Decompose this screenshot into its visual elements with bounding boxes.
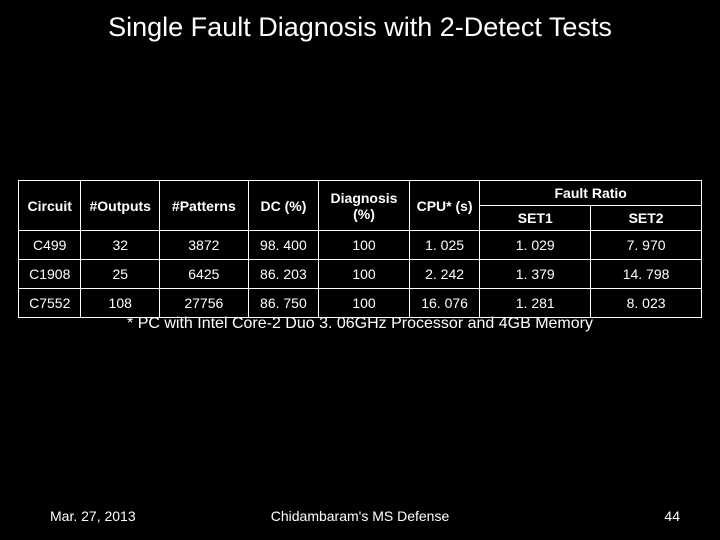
cell-cpu: 16. 076 [409, 289, 480, 318]
cell-dc: 86. 203 [248, 260, 319, 289]
col-dc: DC (%) [248, 181, 319, 231]
cell-set1: 1. 379 [480, 260, 591, 289]
results-table: Circuit #Outputs #Patterns DC (%) Diagno… [18, 180, 702, 318]
col-set1: SET1 [480, 206, 591, 231]
cell-set1: 1. 029 [480, 231, 591, 260]
col-cpu: CPU* (s) [409, 181, 480, 231]
cell-circuit: C499 [19, 231, 81, 260]
cell-outputs: 32 [81, 231, 160, 260]
table-header-row: Circuit #Outputs #Patterns DC (%) Diagno… [19, 181, 702, 206]
col-faultratio: Fault Ratio [480, 181, 702, 206]
cell-patterns: 3872 [160, 231, 249, 260]
cell-set2: 7. 970 [591, 231, 702, 260]
cell-set2: 8. 023 [591, 289, 702, 318]
cell-circuit: C7552 [19, 289, 81, 318]
results-table-container: Circuit #Outputs #Patterns DC (%) Diagno… [18, 180, 702, 318]
cell-patterns: 27756 [160, 289, 249, 318]
cell-set2: 14. 798 [591, 260, 702, 289]
footnote: * PC with Intel Core-2 Duo 3. 06GHz Proc… [0, 315, 720, 333]
cell-dc: 98. 400 [248, 231, 319, 260]
footer-center: Chidambaram's MS Defense [0, 508, 720, 524]
cell-diagnosis: 100 [319, 289, 410, 318]
footer-page: 44 [664, 508, 680, 524]
cell-dc: 86. 750 [248, 289, 319, 318]
col-circuit: Circuit [19, 181, 81, 231]
cell-cpu: 1. 025 [409, 231, 480, 260]
col-patterns: #Patterns [160, 181, 249, 231]
cell-set1: 1. 281 [480, 289, 591, 318]
slide: Single Fault Diagnosis with 2-Detect Tes… [0, 0, 720, 540]
col-diagnosis: Diagnosis (%) [319, 181, 410, 231]
cell-diagnosis: 100 [319, 260, 410, 289]
cell-outputs: 108 [81, 289, 160, 318]
slide-title: Single Fault Diagnosis with 2-Detect Tes… [0, 12, 720, 43]
cell-diagnosis: 100 [319, 231, 410, 260]
cell-outputs: 25 [81, 260, 160, 289]
table-row: C7552 108 27756 86. 750 100 16. 076 1. 2… [19, 289, 702, 318]
col-outputs: #Outputs [81, 181, 160, 231]
cell-circuit: C1908 [19, 260, 81, 289]
col-set2: SET2 [591, 206, 702, 231]
table-row: C1908 25 6425 86. 203 100 2. 242 1. 379 … [19, 260, 702, 289]
table-row: C499 32 3872 98. 400 100 1. 025 1. 029 7… [19, 231, 702, 260]
cell-cpu: 2. 242 [409, 260, 480, 289]
cell-patterns: 6425 [160, 260, 249, 289]
